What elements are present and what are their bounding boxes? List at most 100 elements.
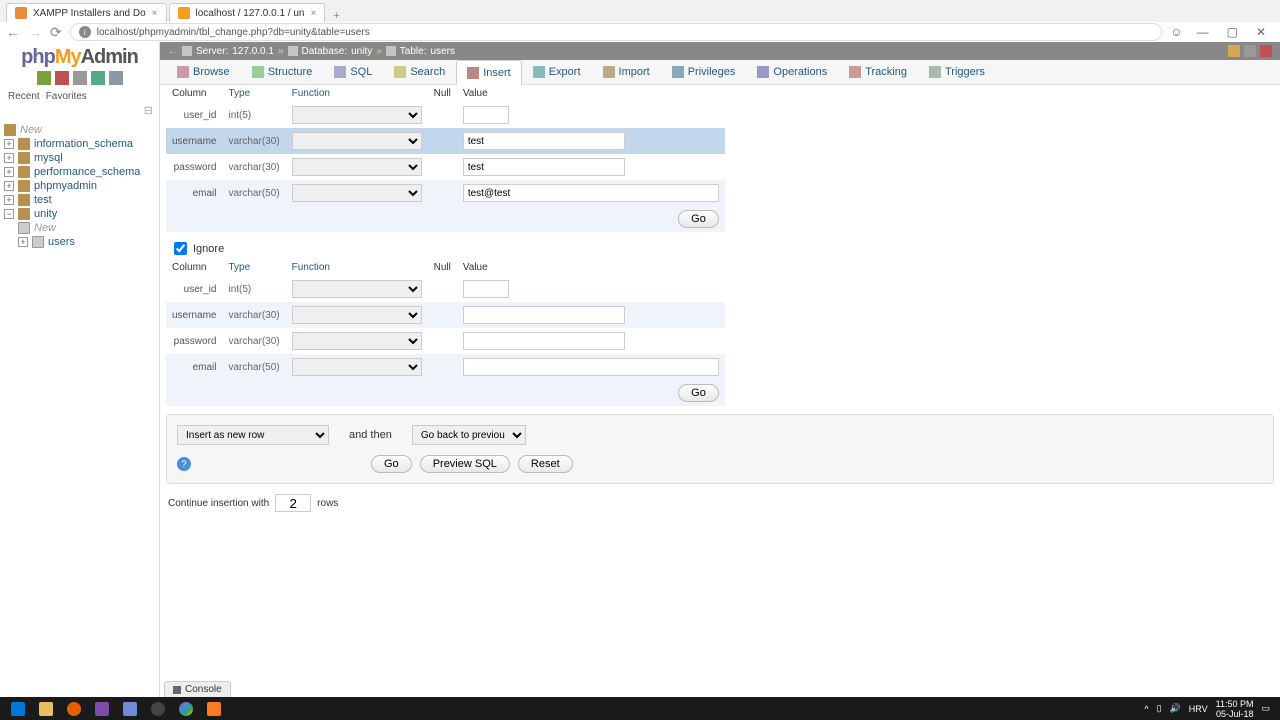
expand-icon[interactable]: +: [4, 195, 14, 205]
collapse-icon[interactable]: −: [4, 209, 14, 219]
tab-browse[interactable]: Browse: [166, 60, 241, 84]
tree-db[interactable]: +information_schema: [4, 137, 157, 151]
function-select[interactable]: [292, 106, 422, 124]
expand-icon[interactable]: +: [4, 181, 14, 191]
task-xampp[interactable]: [200, 697, 228, 720]
preview-sql-button[interactable]: Preview SQL: [420, 455, 510, 473]
network-icon[interactable]: ▯: [1157, 703, 1162, 714]
star-icon[interactable]: [1228, 45, 1240, 57]
function-select[interactable]: [292, 358, 422, 376]
tab-sql[interactable]: SQL: [323, 60, 383, 84]
favorites-tab[interactable]: Favorites: [46, 91, 87, 102]
browser-tab-1[interactable]: XAMPP Installers and Do ×: [6, 3, 167, 22]
bc-server[interactable]: 127.0.0.1: [232, 46, 274, 57]
tab-search[interactable]: Search: [383, 60, 456, 84]
console-tab[interactable]: Console: [164, 681, 231, 697]
function-select[interactable]: [292, 132, 422, 150]
profile-icon[interactable]: ☺: [1170, 25, 1182, 39]
function-select[interactable]: [292, 158, 422, 176]
go-button-2[interactable]: Go: [678, 384, 719, 402]
insert-mode-select[interactable]: Insert as new row: [177, 425, 329, 445]
home-icon[interactable]: [37, 71, 51, 85]
forward-button[interactable]: →: [28, 24, 42, 40]
language-indicator[interactable]: HRV: [1189, 704, 1208, 714]
task-firefox[interactable]: [60, 697, 88, 720]
site-info-icon[interactable]: i: [79, 26, 91, 38]
value-input[interactable]: [463, 106, 509, 124]
function-select[interactable]: [292, 306, 422, 324]
maximize-button[interactable]: ▢: [1227, 25, 1238, 39]
value-input[interactable]: [463, 158, 625, 176]
tab-operations[interactable]: Operations: [746, 60, 838, 84]
expand-icon[interactable]: +: [4, 153, 14, 163]
value-input[interactable]: [463, 132, 625, 150]
notifications-icon[interactable]: ▭: [1261, 703, 1270, 714]
tab-export[interactable]: Export: [522, 60, 592, 84]
new-tab-button[interactable]: +: [327, 10, 345, 22]
settings-icon[interactable]: [73, 71, 87, 85]
tree-db[interactable]: +test: [4, 193, 157, 207]
tree-db[interactable]: +phpmyadmin: [4, 179, 157, 193]
tree-db[interactable]: +mysql: [4, 151, 157, 165]
tab-triggers[interactable]: Triggers: [918, 60, 996, 84]
task-chrome[interactable]: [172, 697, 200, 720]
logout-icon[interactable]: [55, 71, 69, 85]
tab-structure[interactable]: Structure: [241, 60, 324, 84]
docs-icon[interactable]: [91, 71, 105, 85]
reset-button[interactable]: Reset: [518, 455, 573, 473]
tray-expand-icon[interactable]: ^: [1144, 704, 1148, 714]
value-input[interactable]: [463, 332, 625, 350]
tab-tracking[interactable]: Tracking: [838, 60, 918, 84]
value-input[interactable]: [463, 184, 719, 202]
gear-icon[interactable]: [1244, 45, 1256, 57]
task-app3[interactable]: [144, 697, 172, 720]
exit-icon[interactable]: [1260, 45, 1272, 57]
tab-privileges[interactable]: Privileges: [661, 60, 747, 84]
reload-icon[interactable]: [109, 71, 123, 85]
tree-table-users[interactable]: +users: [4, 235, 157, 249]
close-icon[interactable]: ×: [310, 8, 316, 19]
close-window-button[interactable]: ✕: [1256, 25, 1266, 39]
value-input[interactable]: [463, 280, 509, 298]
reload-button[interactable]: ⟳: [50, 24, 62, 41]
tree-new-table[interactable]: New: [4, 221, 157, 235]
expand-icon[interactable]: +: [4, 167, 14, 177]
task-app2[interactable]: [116, 697, 144, 720]
tab-insert[interactable]: Insert: [456, 60, 522, 85]
value-input[interactable]: [463, 358, 719, 376]
volume-icon[interactable]: 🔊: [1170, 703, 1181, 714]
tree-db[interactable]: +performance_schema: [4, 165, 157, 179]
go-button-main[interactable]: Go: [371, 455, 412, 473]
task-explorer[interactable]: [32, 697, 60, 720]
close-icon[interactable]: ×: [152, 8, 158, 19]
go-button-1[interactable]: Go: [678, 210, 719, 228]
recent-tab[interactable]: Recent: [8, 91, 40, 102]
start-button[interactable]: [4, 697, 32, 720]
header-function[interactable]: Function: [286, 85, 428, 102]
header-type[interactable]: Type: [222, 259, 285, 276]
clock[interactable]: 11:50 PM 05-Jul-18: [1216, 699, 1254, 719]
function-select[interactable]: [292, 184, 422, 202]
ignore-checkbox[interactable]: [174, 242, 187, 255]
collapse-nav-icon[interactable]: ←: [168, 46, 178, 57]
collapse-sidebar-icon[interactable]: ⊟: [0, 102, 159, 119]
tree-new[interactable]: New: [4, 123, 157, 137]
bc-table[interactable]: users: [430, 46, 454, 57]
value-input[interactable]: [463, 306, 625, 324]
after-action-select[interactable]: Go back to previous page: [412, 425, 526, 445]
function-select[interactable]: [292, 332, 422, 350]
browser-tab-2[interactable]: localhost / 127.0.0.1 / un ×: [169, 3, 326, 22]
continue-rows-input[interactable]: [275, 494, 311, 512]
tree-db-unity[interactable]: −unity: [4, 207, 157, 221]
help-icon[interactable]: ?: [177, 457, 191, 471]
header-type[interactable]: Type: [222, 85, 285, 102]
task-app1[interactable]: [88, 697, 116, 720]
function-select[interactable]: [292, 280, 422, 298]
expand-icon[interactable]: +: [4, 139, 14, 149]
minimize-button[interactable]: —: [1197, 25, 1209, 39]
tab-import[interactable]: Import: [592, 60, 661, 84]
expand-icon[interactable]: +: [18, 237, 28, 247]
url-field[interactable]: i localhost/phpmyadmin/tbl_change.php?db…: [70, 23, 1163, 41]
back-button[interactable]: ←: [6, 24, 20, 40]
bc-database[interactable]: unity: [351, 46, 372, 57]
